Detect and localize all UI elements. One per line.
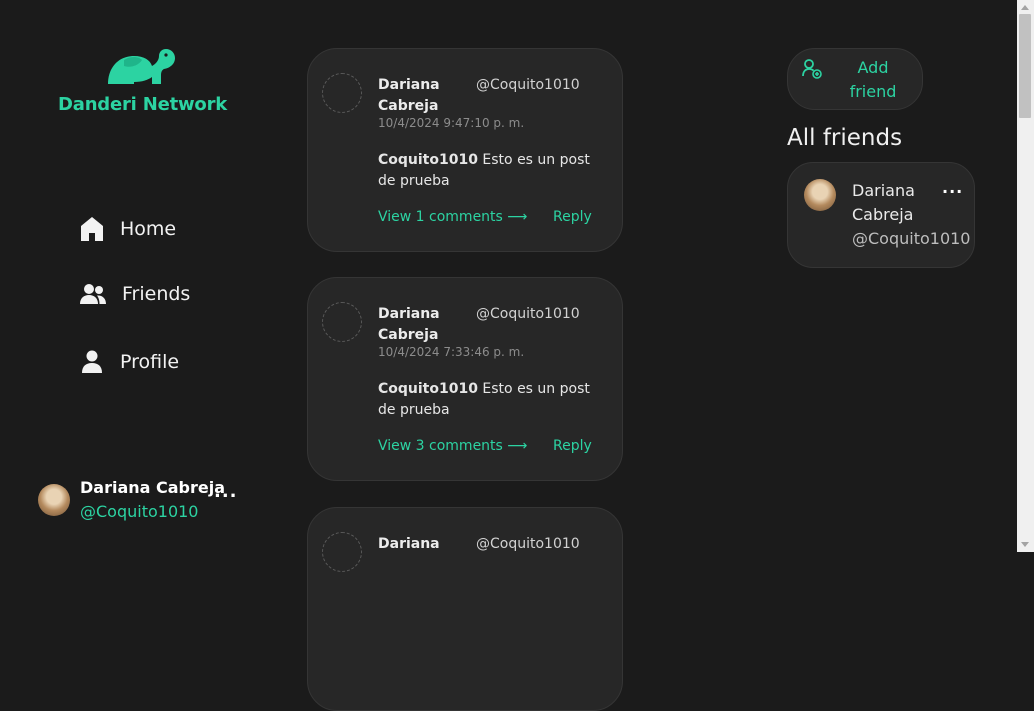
friend-menu-button[interactable]: ...: [942, 180, 963, 196]
nav-item-friends[interactable]: Friends: [80, 283, 190, 305]
post-author[interactable]: Dariana Cabreja: [378, 304, 458, 346]
brand-name: Danderi Network: [58, 94, 228, 115]
post-body-user: Coquito1010: [378, 381, 478, 397]
nav-label-profile: Profile: [120, 351, 180, 373]
elephant-logo-icon: [108, 49, 175, 84]
current-user-handle: @Coquito1010: [80, 502, 199, 521]
home-icon: [81, 217, 103, 241]
scroll-down-icon[interactable]: [1021, 542, 1029, 547]
friend-handle: @Coquito1010: [852, 229, 971, 248]
nav-item-home[interactable]: Home: [80, 216, 176, 242]
post-body-user: Coquito1010: [378, 152, 478, 168]
friends-title: All friends: [787, 125, 903, 151]
profile-icon: [82, 350, 102, 373]
post-avatar[interactable]: [322, 532, 362, 572]
post-handle[interactable]: @Coquito1010: [476, 304, 580, 325]
friend-name: Dariana Cabreja: [852, 181, 915, 224]
add-friend-label: Add friend: [849, 58, 897, 101]
nav-label-home: Home: [120, 218, 177, 240]
add-user-icon: [802, 59, 822, 79]
view-comments-label: View 1 comments: [378, 209, 503, 225]
friend-card[interactable]: Dariana Cabreja @Coquito1010 ...: [787, 162, 975, 268]
scroll-up-icon[interactable]: [1021, 5, 1029, 10]
view-comments-link[interactable]: View 3 comments ⟶: [378, 438, 527, 454]
reply-button[interactable]: Reply: [553, 438, 592, 454]
scrollbar-thumb[interactable]: [1019, 14, 1031, 118]
avatar: [804, 179, 836, 211]
view-comments-link[interactable]: View 1 comments ⟶: [378, 209, 527, 225]
avatar: [38, 484, 70, 516]
post-card: Dariana @Coquito1010: [307, 507, 623, 711]
current-user-name: Dariana Cabreja: [80, 478, 226, 497]
post-card: Dariana Cabreja @Coquito1010 10/4/2024 7…: [307, 277, 623, 481]
post-body: Coquito1010 Esto es un post de prueba: [378, 379, 604, 421]
add-friend-button[interactable]: Add friend: [787, 48, 923, 110]
arrow-right-icon: ⟶: [507, 209, 528, 225]
nav-item-profile[interactable]: Profile: [80, 350, 179, 374]
post-avatar[interactable]: [322, 73, 362, 113]
post-author[interactable]: Dariana Cabreja: [378, 75, 458, 117]
view-comments-label: View 3 comments: [378, 438, 503, 454]
current-user[interactable]: Dariana Cabreja @Coquito1010: [38, 476, 225, 524]
reply-button[interactable]: Reply: [553, 209, 592, 225]
post-handle[interactable]: @Coquito1010: [476, 75, 580, 96]
post-avatar[interactable]: [322, 302, 362, 342]
arrow-right-icon: ⟶: [507, 438, 528, 454]
nav-label-friends: Friends: [122, 283, 191, 305]
post-date: 10/4/2024 9:47:10 p. m.: [378, 116, 525, 130]
post-date: 10/4/2024 7:33:46 p. m.: [378, 345, 525, 359]
friends-icon: [80, 284, 106, 304]
user-menu-button[interactable]: ...: [214, 483, 238, 501]
post-body: Coquito1010 Esto es un post de prueba: [378, 150, 604, 192]
scrollbar[interactable]: [1017, 0, 1034, 552]
post-card: Dariana Cabreja @Coquito1010 10/4/2024 9…: [307, 48, 623, 252]
